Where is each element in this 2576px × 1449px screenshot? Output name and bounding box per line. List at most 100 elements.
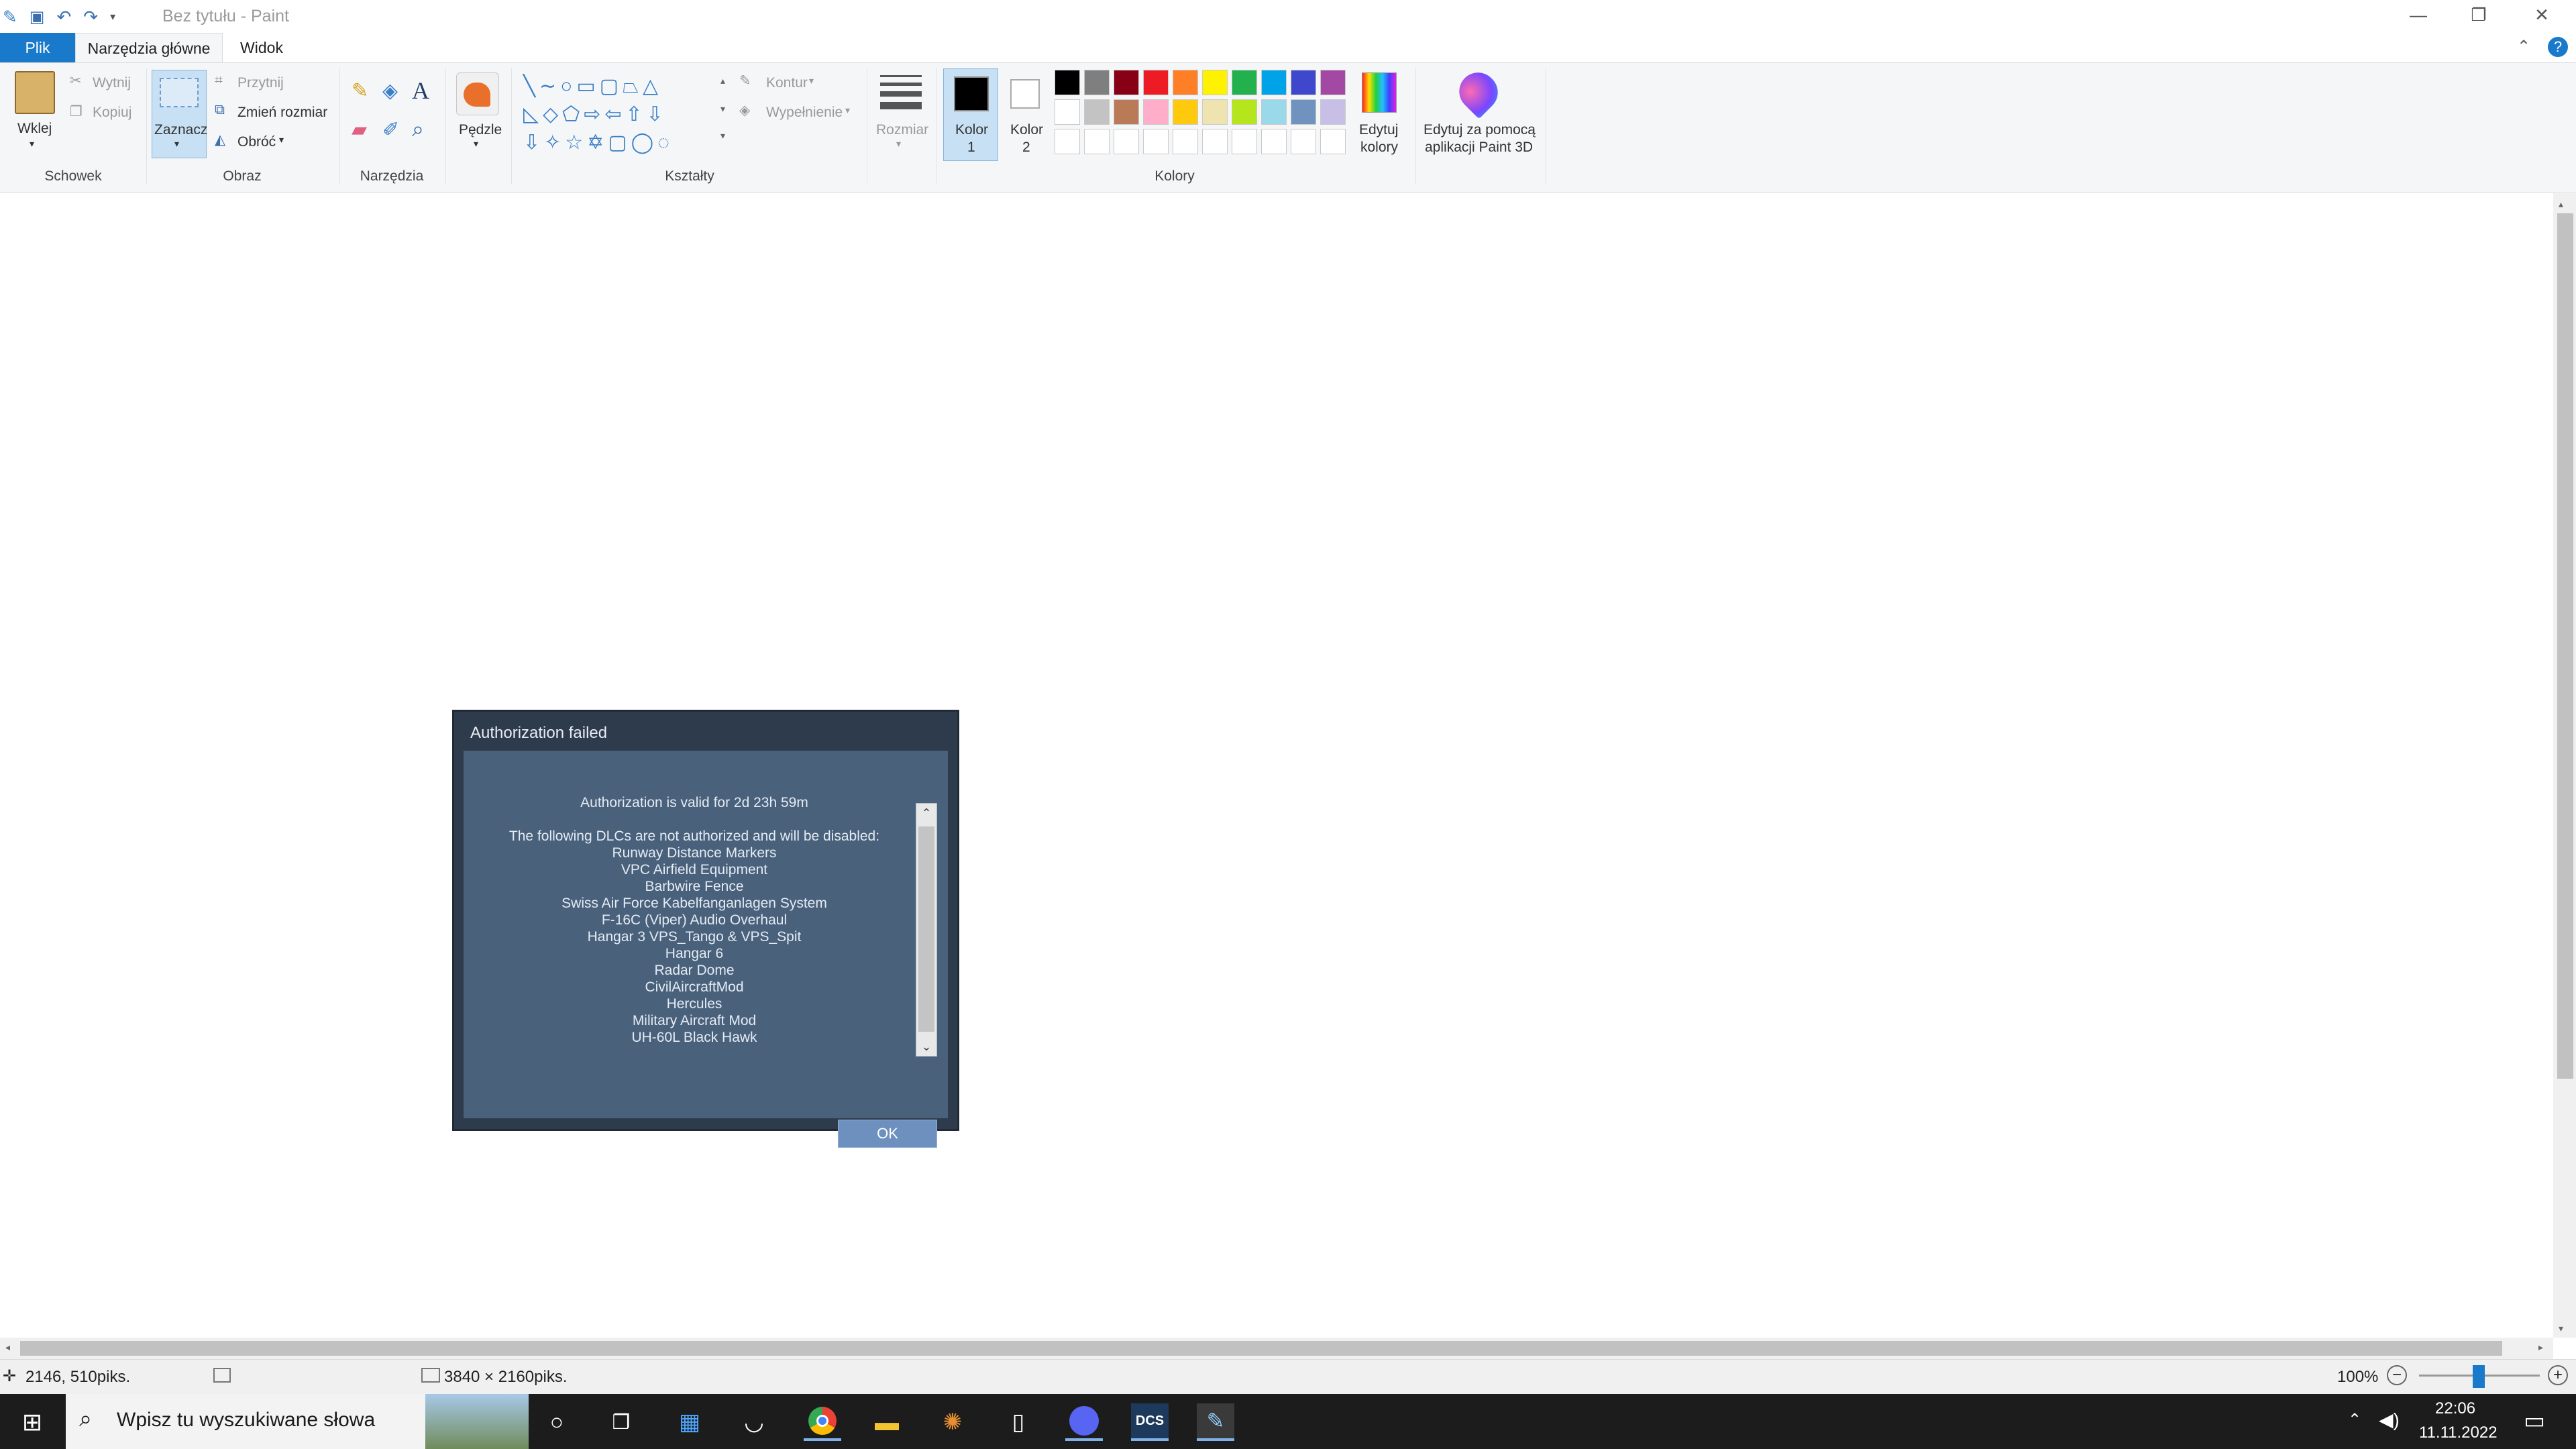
vertical-scrollbar[interactable]: ▴ ▾ [2553, 193, 2576, 1338]
paint3d-label-2[interactable]: aplikacji Paint 3D [1425, 140, 1533, 156]
chrome-icon[interactable] [804, 1403, 841, 1441]
palette-swatch[interactable] [1291, 70, 1316, 95]
zoom-out-icon[interactable]: − [2387, 1365, 2407, 1385]
palette-swatch[interactable] [1055, 99, 1080, 125]
custom-color-slot[interactable] [1202, 129, 1228, 154]
resize-button[interactable]: Zmień rozmiar [237, 105, 327, 121]
canvas[interactable]: Authorization failed Authorization is va… [0, 193, 2553, 1338]
paint3d-label-1[interactable]: Edytuj za pomocą [1424, 122, 1536, 138]
edit-colors-label-2[interactable]: kolory [1360, 140, 1398, 156]
vscroll-thumb[interactable] [2557, 213, 2573, 1079]
palette-swatch[interactable] [1084, 70, 1110, 95]
store-icon[interactable]: ▦ [671, 1403, 708, 1441]
clock-time[interactable]: 22:06 [2435, 1399, 2475, 1418]
custom-color-slot[interactable] [1084, 129, 1110, 154]
file-explorer-icon[interactable]: ▬ [868, 1403, 906, 1441]
ok-button[interactable]: OK [838, 1120, 937, 1148]
cortana-icon[interactable]: ○ [538, 1403, 576, 1441]
palette-swatch[interactable] [1173, 70, 1198, 95]
fill-bucket-icon[interactable]: ◈ [382, 79, 398, 103]
shapes-scroll-up-icon[interactable]: ▴ [720, 75, 725, 87]
restore-button[interactable]: ❐ [2449, 0, 2509, 30]
palette-swatch[interactable] [1261, 99, 1287, 125]
custom-color-slot[interactable] [1261, 129, 1287, 154]
shapes-expand-icon[interactable]: ▾ [720, 130, 725, 142]
scroll-down-icon[interactable]: ⌄ [916, 1037, 936, 1056]
zoom-slider-thumb[interactable] [2473, 1365, 2485, 1388]
rotate-dropdown-icon[interactable]: ▾ [279, 134, 284, 146]
brushes-icon[interactable] [456, 72, 499, 115]
paint-app-icon[interactable]: ✎ [3, 7, 17, 28]
start-windows-icon[interactable]: ⊞ [13, 1403, 51, 1441]
redo-icon[interactable]: ↷ [83, 7, 98, 28]
vscroll-up-icon[interactable]: ▴ [2559, 199, 2563, 210]
custom-color-slot[interactable] [1320, 129, 1346, 154]
minimize-button[interactable]: — [2388, 0, 2449, 30]
task-view-icon[interactable]: ❐ [602, 1403, 640, 1441]
custom-color-slot[interactable] [1232, 129, 1257, 154]
hscroll-thumb[interactable] [20, 1341, 2502, 1356]
brushes-dropdown-icon[interactable]: ▾ [474, 138, 478, 150]
outline-button[interactable]: Kontur [766, 75, 808, 91]
paste-icon[interactable] [15, 71, 55, 114]
dialog-scrollbar[interactable]: ⌃ ⌄ [916, 803, 937, 1057]
cut-button[interactable]: Wytnij [93, 75, 131, 91]
paste-button[interactable]: Wklej [17, 121, 52, 137]
size-icon[interactable] [880, 75, 922, 115]
taskbar-search[interactable]: ⌕ Wpisz tu wyszukiwane słowa [66, 1394, 529, 1449]
paste-dropdown-icon[interactable]: ▾ [30, 138, 34, 150]
palette-swatch[interactable] [1261, 70, 1287, 95]
volume-icon[interactable]: ◀) [2379, 1409, 2400, 1431]
tab-home[interactable]: Narzędzia główne [75, 33, 223, 62]
palette-swatch[interactable] [1202, 70, 1228, 95]
customize-toolbar-icon[interactable]: ▾ [110, 10, 115, 23]
outline-dropdown-icon[interactable]: ▾ [809, 75, 814, 87]
palette-swatch[interactable] [1084, 99, 1110, 125]
paint3d-icon[interactable] [1451, 64, 1506, 119]
palette-swatch[interactable] [1143, 99, 1169, 125]
magnifier-icon[interactable]: ⌕ [412, 117, 424, 142]
palette-swatch[interactable] [1232, 99, 1257, 125]
custom-color-slot[interactable] [1291, 129, 1316, 154]
horizontal-scrollbar[interactable]: ◂ ▸ [0, 1338, 2553, 1359]
tray-overflow-icon[interactable]: ⌃ [2348, 1410, 2361, 1430]
custom-color-slot[interactable] [1143, 129, 1169, 154]
hscroll-left-icon[interactable]: ◂ [5, 1342, 10, 1353]
paint-taskbar-icon[interactable]: ✎ [1197, 1403, 1234, 1441]
palette-swatch[interactable] [1320, 99, 1346, 125]
help-icon[interactable]: ? [2548, 37, 2568, 57]
edit-colors-icon[interactable] [1362, 72, 1397, 113]
shapes-gallery[interactable]: ╲∼○▭▢⏢△ ◺◇⬠⇨⇦⇧⇩ ⇩✧☆✡▢◯◌ [523, 72, 718, 162]
shapes-scroll-down-icon[interactable]: ▾ [720, 103, 725, 115]
notifications-icon[interactable]: ▭ [2524, 1407, 2545, 1434]
notepad-icon[interactable]: ▯ [1000, 1403, 1037, 1441]
select-button[interactable]: Zaznacz [154, 122, 207, 138]
palette-swatch[interactable] [1291, 99, 1316, 125]
discord-icon[interactable] [1065, 1403, 1103, 1441]
palette-swatch[interactable] [1055, 70, 1080, 95]
eraser-icon[interactable]: ▰ [352, 118, 367, 142]
size-button[interactable]: Rozmiar [876, 122, 928, 138]
palette-swatch[interactable] [1320, 70, 1346, 95]
palette-swatch[interactable] [1114, 99, 1139, 125]
palette-swatch[interactable] [1173, 99, 1198, 125]
brushes-button[interactable]: Pędzle [459, 122, 502, 138]
zoom-in-icon[interactable]: + [2548, 1365, 2568, 1385]
search-input[interactable]: Wpisz tu wyszukiwane słowa [117, 1409, 375, 1432]
scroll-thumb[interactable] [918, 826, 934, 1032]
color2-label[interactable]: Kolor [1010, 122, 1043, 138]
blender-icon[interactable]: ✺ [934, 1403, 971, 1441]
dcs-icon[interactable]: DCS [1131, 1403, 1169, 1441]
save-icon[interactable]: ▣ [30, 7, 45, 27]
rotate-button[interactable]: Obróć [237, 134, 276, 150]
color2-swatch[interactable] [1010, 79, 1040, 109]
tab-file[interactable]: Plik [0, 33, 75, 62]
custom-color-slot[interactable] [1173, 129, 1198, 154]
edit-colors-label-1[interactable]: Edytuj [1359, 122, 1398, 138]
palette-swatch[interactable] [1202, 99, 1228, 125]
palette-swatch[interactable] [1143, 70, 1169, 95]
custom-color-slot[interactable] [1055, 129, 1080, 154]
text-tool-icon[interactable]: A [412, 76, 429, 105]
color-picker-icon[interactable]: ✐ [382, 118, 399, 142]
tab-view[interactable]: Widok [228, 33, 295, 62]
